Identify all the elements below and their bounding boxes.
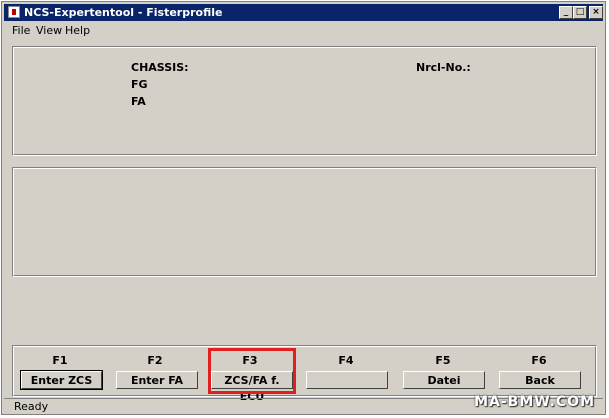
status-text: Ready — [14, 400, 49, 413]
menu-file[interactable]: File — [12, 24, 30, 37]
f4-button[interactable] — [306, 371, 388, 389]
fa-label: FA — [131, 95, 146, 108]
f5-key-label: F5 — [435, 354, 451, 367]
back-button[interactable]: Back — [499, 371, 581, 389]
f6-key-label: F6 — [531, 354, 547, 367]
f2-key-label: F2 — [147, 354, 163, 367]
output-panel — [12, 167, 597, 277]
menu-bar: File View Help — [4, 22, 603, 39]
maximize-button[interactable]: □ — [573, 6, 587, 19]
app-window: NCS-Expertentool - Fisterprofile _ □ × F… — [1, 1, 606, 415]
datei-button[interactable]: Datei — [403, 371, 485, 389]
enter-fa-button[interactable]: Enter FA — [116, 371, 198, 389]
window-title: NCS-Expertentool - Fisterprofile — [24, 6, 223, 19]
app-icon[interactable] — [8, 6, 20, 18]
highlight-box — [208, 348, 296, 394]
chassis-label: CHASSIS: — [131, 61, 189, 74]
minimize-button[interactable]: _ — [559, 6, 573, 19]
enter-zcs-button[interactable]: Enter ZCS — [20, 370, 103, 390]
fg-label: FG — [131, 78, 148, 91]
vehicle-info-panel: CHASSIS: FG FA Nrcl-No.: — [12, 46, 597, 156]
f4-key-label: F4 — [338, 354, 354, 367]
close-button[interactable]: × — [589, 6, 603, 19]
f1-key-label: F1 — [52, 354, 68, 367]
menu-help[interactable]: Help — [65, 24, 90, 37]
title-bar[interactable]: NCS-Expertentool - Fisterprofile _ □ × — [4, 4, 603, 21]
menu-view[interactable]: View — [36, 24, 62, 37]
nrcl-label: Nrcl-No.: — [416, 61, 471, 74]
watermark-text: MA-BMW.COM — [474, 394, 595, 410]
